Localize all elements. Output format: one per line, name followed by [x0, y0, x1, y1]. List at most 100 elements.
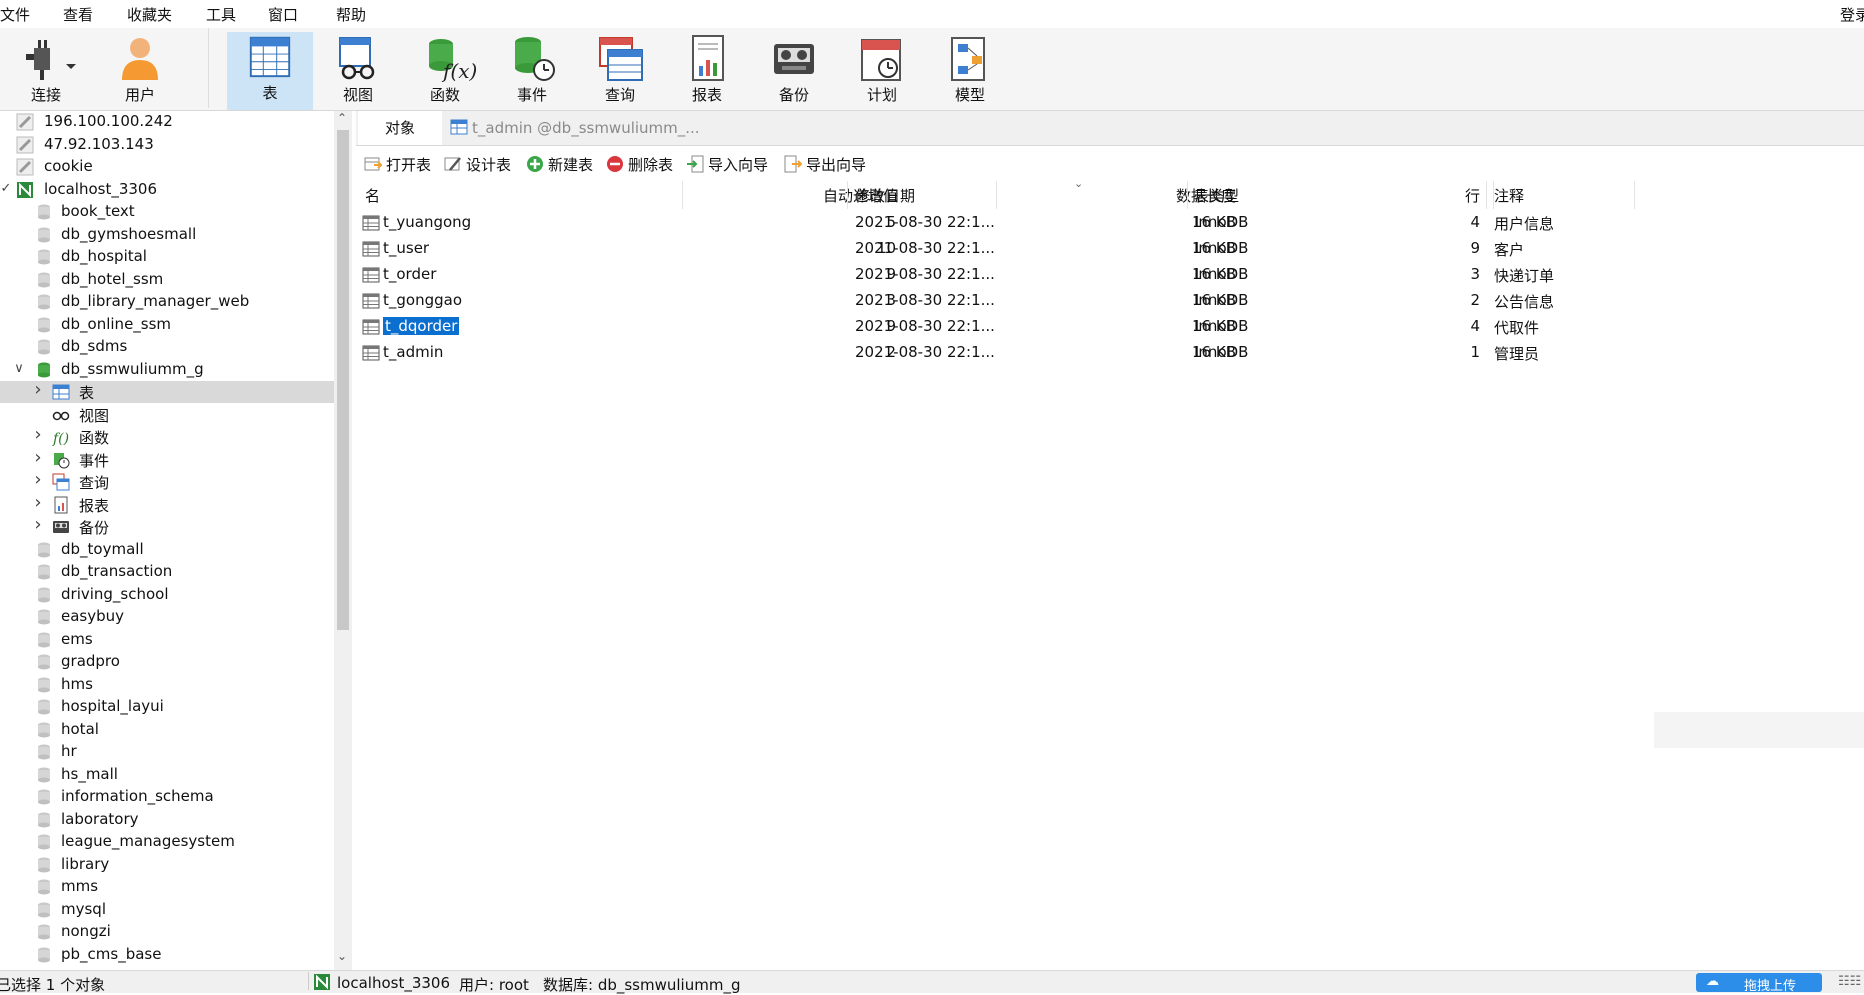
expand-arrow-icon[interactable]: ›	[32, 447, 44, 468]
collapse-arrow-icon[interactable]: ∨	[13, 361, 25, 376]
user-button[interactable]: 用户	[98, 34, 182, 108]
tree-item[interactable]: db_sdms	[0, 336, 334, 358]
tree-item[interactable]: library	[0, 854, 334, 876]
expand-arrow-icon[interactable]: ›	[32, 469, 44, 490]
tree-item[interactable]: nongzi	[0, 921, 334, 943]
drag-upload-button[interactable]: ☁ 拖拽上传	[1696, 973, 1822, 994]
tree-item[interactable]: mysql	[0, 899, 334, 921]
tree-item[interactable]: › 备份	[0, 514, 334, 538]
tree-item[interactable]: ✓ localhost_3306	[0, 179, 334, 201]
tree-item[interactable]: › 表	[0, 379, 334, 403]
view-toggle-icon[interactable]: ☷☷	[1838, 974, 1861, 989]
tree-item[interactable]: cookie	[0, 156, 334, 178]
query-button[interactable]: 查询	[578, 34, 662, 108]
sort-chevron-icon[interactable]: ⌄	[1074, 177, 1083, 190]
tree-item[interactable]: book_text	[0, 201, 334, 223]
menu-window[interactable]: 窗口	[268, 4, 298, 25]
tree-item[interactable]: pb_cms_base	[0, 944, 334, 966]
tree-item[interactable]: hospital_layui	[0, 696, 334, 718]
cell-table-name[interactable]: t_user	[383, 239, 429, 257]
view-button[interactable]: 视图	[316, 34, 400, 108]
table-button[interactable]: 表	[227, 32, 313, 110]
col-header-comment[interactable]: 注释	[1494, 185, 1524, 206]
tree-item[interactable]: hr	[0, 741, 334, 763]
column-divider[interactable]	[1634, 181, 1635, 209]
tree-item[interactable]: mms	[0, 876, 334, 898]
tree-item[interactable]: db_library_manager_web	[0, 291, 334, 313]
table-row[interactable]: t_yuangong 5 2021-08-30 22:1... 16 KB InnoDB…	[356, 209, 1864, 235]
table-row[interactable]: t_dqorder 9 2021-08-30 22:1... 16 KB InnoDB 4…	[356, 313, 1864, 339]
table-row[interactable]: t_gonggao 3 2021-08-30 22:1... 16 KB InnoDB 2…	[356, 287, 1864, 313]
tree-item[interactable]: › 报表	[0, 492, 334, 516]
expand-arrow-icon[interactable]: ›	[32, 492, 44, 513]
tab-current-table[interactable]: t_admin @db_ssmwuliumm_...	[444, 113, 1864, 143]
schedule-button[interactable]: 计划	[840, 34, 924, 108]
table-row[interactable]: t_admin 2 2021-08-30 22:1... 16 KB InnoDB 1 管理…	[356, 339, 1864, 365]
report-button[interactable]: 报表	[665, 34, 749, 108]
tab-objects[interactable]: 对象	[358, 111, 442, 145]
scroll-up-icon[interactable]: ⌃	[337, 111, 347, 125]
tree-item[interactable]: gradpro	[0, 651, 334, 673]
menu-login[interactable]: 登录	[1840, 4, 1864, 25]
tree-item[interactable]: › 事件	[0, 447, 334, 471]
expand-arrow-icon[interactable]: ›	[32, 514, 44, 535]
tree-item[interactable]: 196.100.100.242	[0, 111, 334, 133]
connect-button[interactable]: 连接	[4, 34, 88, 108]
col-header-modified[interactable]: 修改日期	[855, 185, 915, 206]
menu-favorites[interactable]: 收藏夹	[127, 4, 172, 25]
model-button[interactable]: 模型	[928, 34, 1012, 108]
tree-item[interactable]: hotal	[0, 719, 334, 741]
cell-table-name[interactable]: t_dqorder	[383, 317, 460, 335]
import-wizard-button[interactable]: 导入向导	[686, 154, 768, 175]
cell-table-name[interactable]: t_yuangong	[383, 213, 471, 231]
tree-item[interactable]: db_gymshoesmall	[0, 224, 334, 246]
tree-item[interactable]: laboratory	[0, 809, 334, 831]
tree-item[interactable]: driving_school	[0, 584, 334, 606]
tree-item[interactable]: db_toymall	[0, 539, 334, 561]
expand-arrow-icon[interactable]: ›	[32, 424, 44, 445]
tree-item[interactable]: hms	[0, 674, 334, 696]
export-wizard-button[interactable]: 导出向导	[784, 154, 866, 175]
column-divider[interactable]	[1486, 181, 1487, 209]
menu-file[interactable]: 文件	[0, 4, 30, 25]
tree-item[interactable]: db_transaction	[0, 561, 334, 583]
column-divider[interactable]	[847, 181, 848, 209]
tree-item[interactable]: ∨ db_ssmwuliumm_g	[0, 359, 334, 381]
menu-view[interactable]: 查看	[63, 4, 93, 25]
design-table-button[interactable]: 设计表	[444, 154, 511, 175]
backup-button[interactable]: 备份	[752, 34, 836, 108]
expand-arrow-icon[interactable]: ›	[32, 379, 44, 400]
column-divider[interactable]	[682, 181, 683, 209]
scroll-down-icon[interactable]: ⌄	[337, 949, 347, 963]
tree-item[interactable]: easybuy	[0, 606, 334, 628]
tree-item[interactable]: db_online_ssm	[0, 314, 334, 336]
cell-table-name[interactable]: t_admin	[383, 343, 443, 361]
tree-item[interactable]: › f() 函数	[0, 424, 334, 448]
delete-table-button[interactable]: 删除表	[606, 154, 673, 175]
column-divider[interactable]	[996, 181, 997, 209]
tree-item[interactable]: db_hotel_ssm	[0, 269, 334, 291]
col-header-engine[interactable]: 表类型	[1194, 185, 1239, 206]
tree-scroll-thumb[interactable]	[337, 130, 349, 630]
col-header-name[interactable]: 名	[365, 185, 380, 206]
new-table-button[interactable]: 新建表	[526, 154, 593, 175]
tree-item[interactable]: information_schema	[0, 786, 334, 808]
tree-item[interactable]: 47.92.103.143	[0, 134, 334, 156]
tree-item[interactable]: › 查询	[0, 469, 334, 493]
tree-item[interactable]: db_hospital	[0, 246, 334, 268]
tree-item[interactable]: 视图	[0, 404, 334, 426]
table-row[interactable]: t_user 10 2021-08-30 22:1... 16 KB InnoDB 9 客户	[356, 235, 1864, 261]
cell-table-name[interactable]: t_order	[383, 265, 436, 283]
column-divider[interactable]	[1187, 181, 1188, 209]
menu-help[interactable]: 帮助	[336, 4, 366, 25]
open-table-button[interactable]: 打开表	[364, 154, 431, 175]
collapse-arrow-icon[interactable]: ✓	[0, 181, 12, 196]
tree-item[interactable]: league_managesystem	[0, 831, 334, 853]
table-row[interactable]: t_order 9 2021-08-30 22:1... 16 KB InnoDB 3 快递…	[356, 261, 1864, 287]
col-header-rows[interactable]: 行	[1356, 185, 1480, 206]
function-button[interactable]: f(x) 函数	[403, 34, 487, 108]
menu-tools[interactable]: 工具	[206, 4, 236, 25]
tree-item[interactable]: hs_mall	[0, 764, 334, 786]
tree-item[interactable]: ems	[0, 629, 334, 651]
cell-table-name[interactable]: t_gonggao	[383, 291, 462, 309]
